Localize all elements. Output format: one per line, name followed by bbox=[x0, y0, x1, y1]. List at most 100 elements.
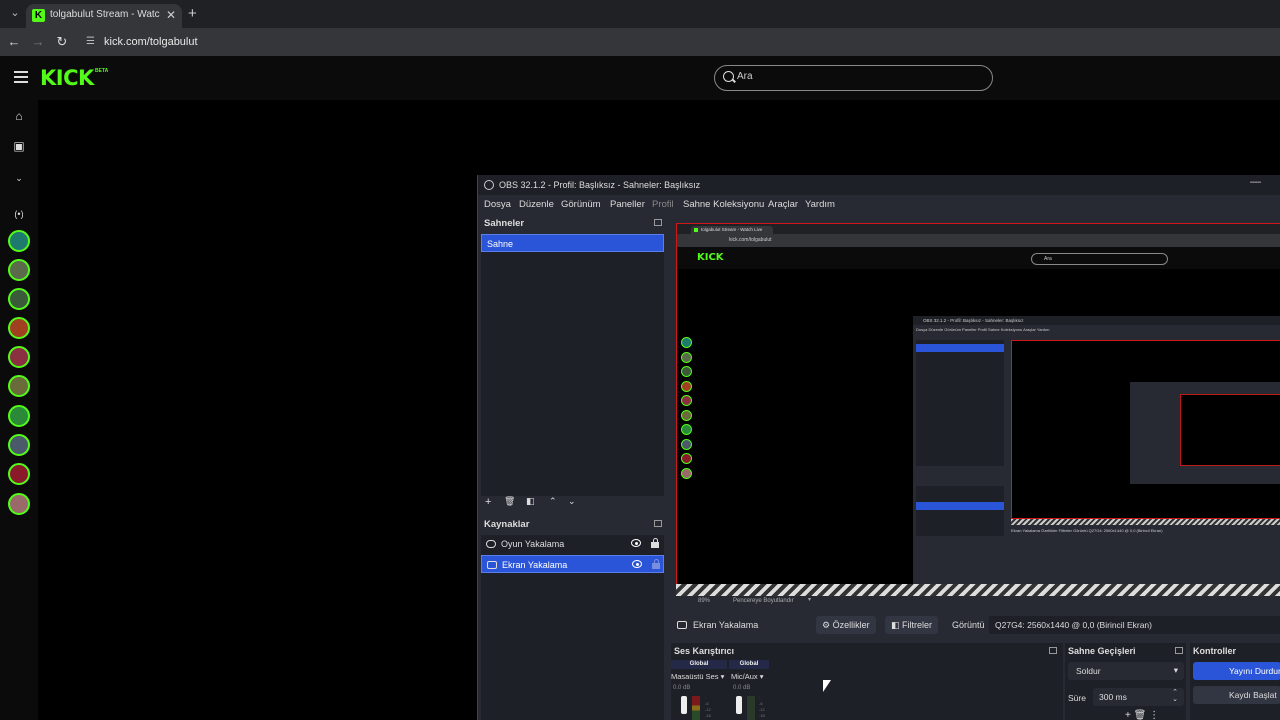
preview-sources-list bbox=[916, 486, 1004, 536]
avatar[interactable] bbox=[8, 230, 30, 252]
avatar[interactable] bbox=[8, 259, 30, 281]
preview-source-selected bbox=[916, 502, 1004, 510]
move-down-icon[interactable]: ⌄ bbox=[568, 496, 576, 507]
avatar[interactable] bbox=[8, 405, 30, 427]
source-item-game-capture[interactable]: Oyun Yakalama bbox=[481, 535, 664, 553]
visibility-eye-icon[interactable] bbox=[632, 560, 642, 568]
lock-icon[interactable] bbox=[651, 538, 659, 548]
scene-item[interactable]: Sahne bbox=[481, 234, 664, 252]
kick-sidebar: ⌂ ▣ ⌄ (•) bbox=[0, 100, 38, 720]
menu-icon[interactable] bbox=[14, 71, 28, 83]
menu-scene-collection[interactable]: Sahne Koleksiyonu bbox=[683, 199, 764, 210]
obs-titlebar: OBS 32.1.2 - Profil: Başlıksız - Sahnele… bbox=[478, 175, 1280, 195]
add-icon[interactable]: + bbox=[485, 496, 491, 508]
tab-list-icon[interactable]: ⌄ bbox=[8, 6, 22, 20]
mixer-channel-name[interactable]: Mic/Aux ▾ bbox=[731, 672, 764, 681]
kick-logo[interactable]: KICK bbox=[40, 66, 94, 90]
avatar[interactable] bbox=[8, 434, 30, 456]
sources-list: Oyun Yakalama Ekran Yakalama bbox=[481, 535, 664, 720]
minimize-icon[interactable]: — bbox=[1250, 176, 1261, 188]
obs-preview[interactable]: tolgabulut Stream - Watch Live kick.com/… bbox=[676, 223, 1280, 595]
menu-file[interactable]: Dosya bbox=[484, 199, 511, 210]
avatar bbox=[681, 381, 692, 392]
chevron-down-icon[interactable]: ▾ bbox=[808, 596, 811, 603]
mixer-db-value: 0.0 dB bbox=[733, 685, 751, 691]
volume-fader[interactable] bbox=[736, 696, 742, 714]
search-box[interactable] bbox=[714, 65, 993, 91]
site-info-icon[interactable]: ☰ bbox=[86, 36, 98, 48]
duration-input[interactable]: 300 ms ⌃ ⌄ bbox=[1093, 688, 1184, 706]
chevron-down-icon[interactable]: ⌄ bbox=[11, 170, 27, 186]
menu-help[interactable]: Yardım bbox=[805, 199, 835, 210]
fit-to-window[interactable]: Pencereye Boyutlandır bbox=[733, 598, 794, 604]
avatar[interactable] bbox=[8, 375, 30, 397]
mixer-title: Ses Karıştırıcı bbox=[674, 646, 735, 656]
menu-edit[interactable]: Düzenle bbox=[519, 199, 554, 210]
trash-icon[interactable]: 🗑 bbox=[1134, 710, 1147, 720]
undock-icon[interactable] bbox=[1049, 647, 1057, 654]
undock-icon[interactable] bbox=[654, 219, 662, 226]
mixer-channel-name[interactable]: Masaüstü Ses ▾ bbox=[671, 672, 724, 681]
duration-label: Süre bbox=[1068, 693, 1086, 703]
obs-menubar: Dosya Düzenle Görünüm Paneller Profil Sa… bbox=[478, 195, 1280, 214]
transition-select[interactable]: Soldur ▾ bbox=[1068, 662, 1184, 680]
avatar[interactable] bbox=[8, 288, 30, 310]
undock-icon[interactable] bbox=[654, 520, 662, 527]
move-up-icon[interactable]: ⌃ bbox=[549, 496, 557, 507]
display-select[interactable]: Q27G4: 2560x1440 @ 0,0 (Birincil Ekran) bbox=[989, 616, 1280, 634]
preview-bottom-text: Ekran Yakalama Özellikler Filtreler Görü… bbox=[1011, 528, 1163, 533]
avatar[interactable] bbox=[8, 317, 30, 339]
menu-view[interactable]: Görünüm bbox=[561, 199, 601, 210]
browser-tab[interactable]: K tolgabulut Stream - Watch Live ✕ bbox=[26, 4, 182, 28]
volume-meter bbox=[692, 696, 700, 720]
more-icon[interactable]: ⋮ bbox=[1149, 710, 1159, 720]
filters-button[interactable]: ◧ Filtreler bbox=[885, 616, 939, 634]
start-recording-button[interactable]: Kaydı Başlat bbox=[1193, 686, 1280, 704]
obs-window: OBS 32.1.2 - Profil: Başlıksız - Sahnele… bbox=[477, 175, 1280, 720]
source-label: Ekran Yakalama bbox=[502, 560, 568, 570]
mixer-channel-header: Global bbox=[729, 660, 769, 669]
menu-profile[interactable]: Profil bbox=[652, 199, 674, 210]
menu-docks[interactable]: Paneller bbox=[610, 199, 645, 210]
reload-icon[interactable]: ↻ bbox=[54, 34, 70, 50]
obs-window-title: OBS 32.1.2 - Profil: Başlıksız - Sahnele… bbox=[499, 180, 701, 190]
stepper-icon: ⌃ ⌄ bbox=[1172, 689, 1178, 703]
close-tab-icon[interactable]: ✕ bbox=[166, 8, 176, 22]
avatar[interactable] bbox=[8, 493, 30, 515]
kick-favicon-icon bbox=[694, 228, 698, 232]
undock-icon[interactable] bbox=[1175, 647, 1183, 654]
visibility-eye-icon[interactable] bbox=[631, 539, 641, 547]
zoom-level[interactable]: 89% bbox=[698, 598, 710, 604]
trash-icon[interactable]: 🗑 bbox=[504, 496, 515, 507]
home-icon[interactable]: ⌂ bbox=[11, 108, 27, 124]
avatar bbox=[681, 337, 692, 348]
search-input[interactable] bbox=[737, 71, 977, 82]
preview-browser-tabbar: tolgabulut Stream - Watch Live bbox=[677, 224, 1280, 234]
avatar bbox=[681, 439, 692, 450]
filter-icon: ◧ bbox=[891, 620, 900, 630]
browse-icon[interactable]: ▣ bbox=[11, 138, 27, 154]
back-icon[interactable]: ← bbox=[6, 34, 22, 49]
unlock-icon[interactable] bbox=[652, 559, 660, 569]
new-tab-icon[interactable]: + bbox=[188, 5, 197, 22]
add-icon[interactable]: + bbox=[1125, 710, 1131, 720]
avatar bbox=[681, 352, 692, 363]
source-item-display-capture[interactable]: Ekran Yakalama bbox=[481, 555, 664, 573]
volume-fader[interactable] bbox=[681, 696, 687, 714]
live-channels-icon[interactable]: (•) bbox=[11, 206, 27, 222]
stop-stream-button[interactable]: Yayını Durdur bbox=[1193, 662, 1280, 680]
preview-hatch bbox=[1011, 519, 1280, 525]
address-bar[interactable]: kick.com/tolgabulut bbox=[104, 36, 198, 48]
avatar[interactable] bbox=[8, 346, 30, 368]
preview-scenes-list bbox=[916, 340, 1004, 466]
kick-favicon-icon: K bbox=[32, 9, 45, 22]
gamepad-icon bbox=[486, 540, 496, 548]
preview-nested-preview-2 bbox=[1180, 394, 1280, 466]
avatar[interactable] bbox=[8, 463, 30, 485]
forward-icon[interactable]: → bbox=[30, 34, 46, 49]
avatar bbox=[681, 410, 692, 421]
properties-button[interactable]: ⚙ Özellikler bbox=[816, 616, 876, 634]
filter-icon[interactable]: ◧ bbox=[526, 496, 535, 507]
avatar bbox=[681, 468, 692, 479]
menu-tools[interactable]: Araçlar bbox=[768, 199, 798, 210]
